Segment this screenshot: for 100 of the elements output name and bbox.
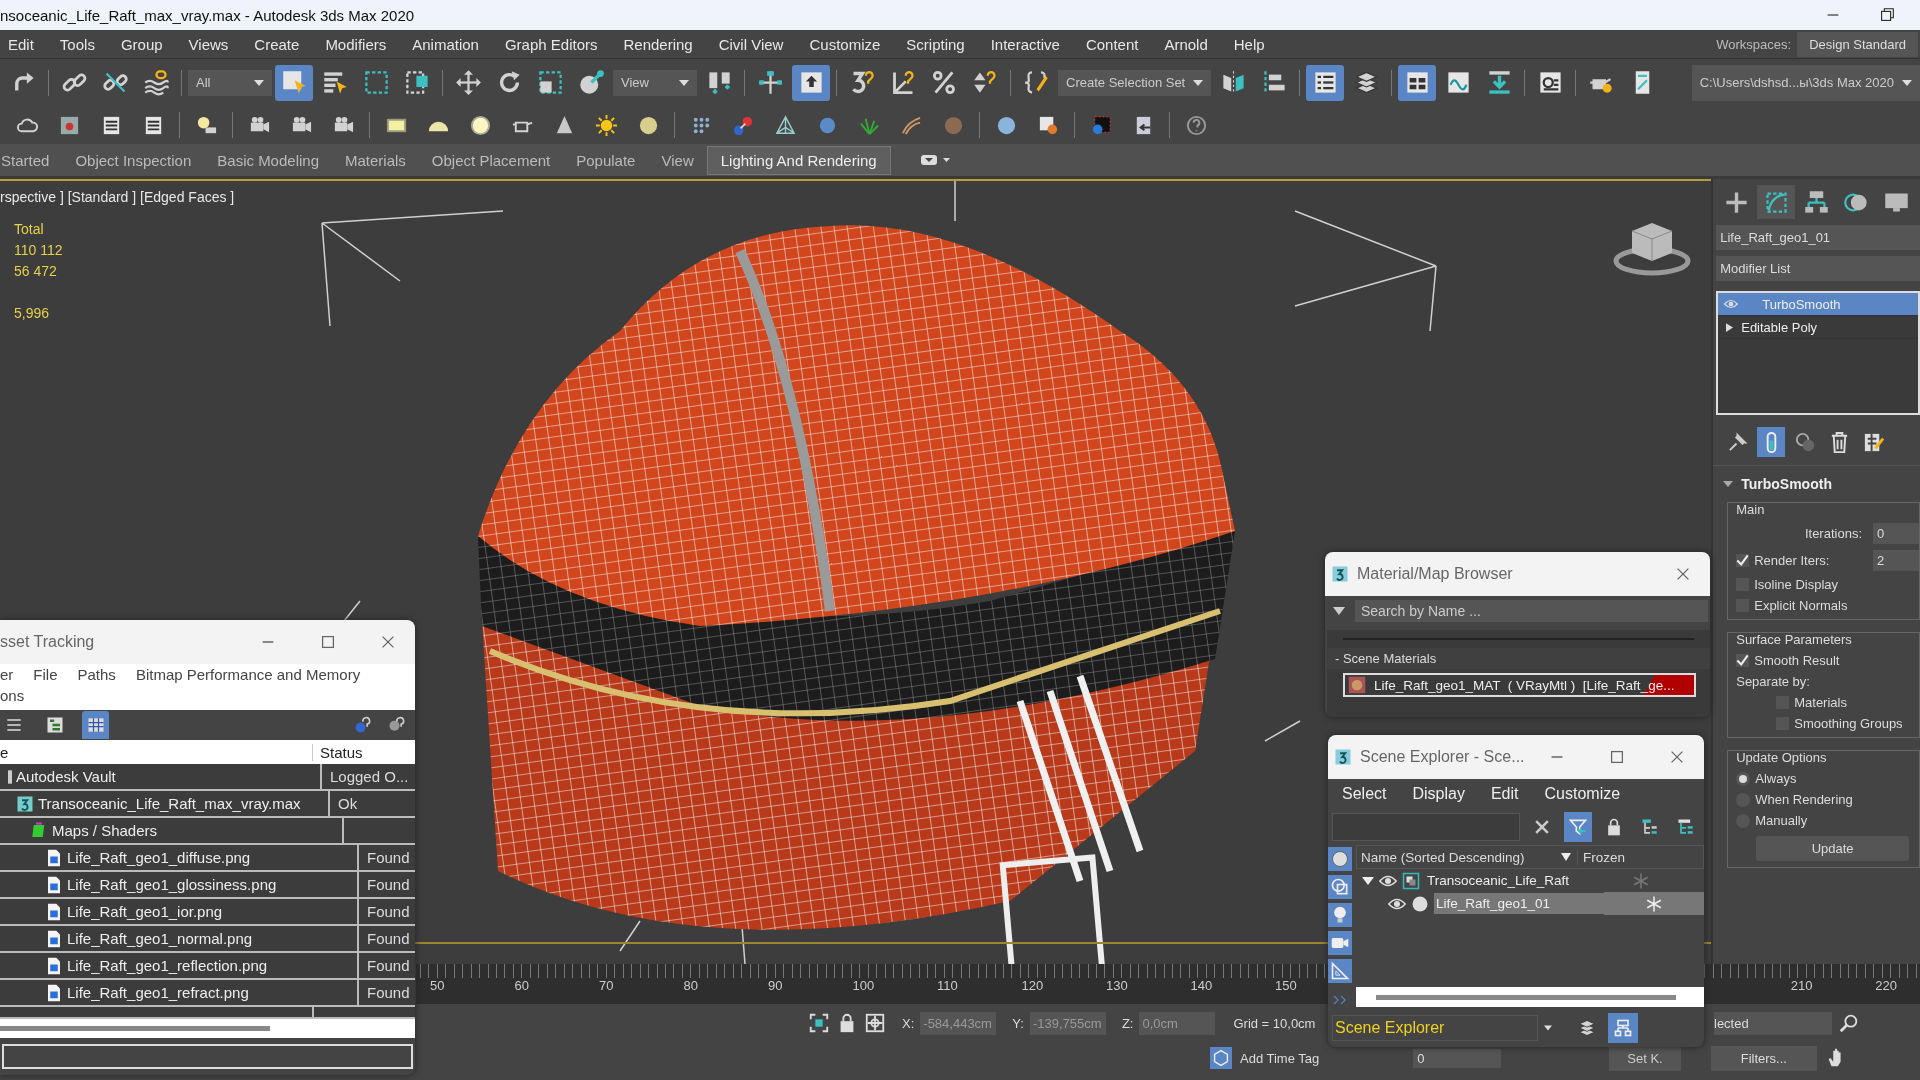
frame-number: 210 (1790, 978, 1814, 993)
filters-button[interactable]: Filters... (1710, 1045, 1817, 1071)
asset-status: Found (367, 903, 410, 921)
update-button[interactable]: Update (1756, 836, 1909, 861)
checkbox-label: Isoline Display (1754, 577, 1839, 592)
stats-text: 5,996 (14, 304, 51, 323)
menu-item[interactable]: Select (1342, 785, 1387, 803)
asset-name[interactable]: Life_Raft_geo1_refract.png (67, 984, 249, 1002)
x-label: X: (902, 1015, 915, 1031)
separate-by-label: Separate by: (1736, 674, 1810, 689)
asset-name[interactable]: Life_Raft_geo1_diffuse.png (67, 849, 251, 867)
menu-item[interactable]: Civil View (708, 35, 800, 53)
iterations-field[interactable]: 0 (1873, 523, 1919, 544)
window-title: nsoceanic_Life_Raft_max_vray.max - Autodesk 3ds Max 2020 (0, 6, 415, 24)
toolbar-dropdown[interactable]: All (188, 69, 272, 96)
menu-item[interactable]: File (33, 666, 58, 683)
ribbon-tab[interactable]: Object Inspection (62, 146, 205, 174)
asset-status: Found (367, 984, 410, 1002)
checkbox-label: Explicit Normals (1754, 598, 1848, 613)
frame-number: 140 (1190, 978, 1214, 993)
asset-name[interactable]: Life_Raft_geo1_normal.png (67, 930, 253, 948)
modifier-list-dropdown[interactable]: Modifier List (1716, 256, 1920, 281)
z-label: Z: (1121, 1015, 1134, 1031)
menu-item[interactable]: Create (244, 35, 316, 53)
asset-name[interactable]: Transoceanic_Life_Raft_max_vray.max (38, 795, 301, 813)
menu-item[interactable]: Bitmap Performance and Memory (135, 666, 361, 683)
ribbon-tab[interactable]: Object Placement (418, 146, 564, 174)
menu-item[interactable]: Interactive (980, 35, 1076, 53)
ribbon-tab[interactable]: Basic Modeling (204, 146, 332, 174)
toolbar-dropdown[interactable]: Create Selection Set (1058, 69, 1212, 96)
menu-item[interactable]: Paths (77, 666, 116, 683)
project-path-dropdown[interactable]: C:\Users\dshsd...ы\3ds Max 2020 (1691, 64, 1920, 101)
menu-item[interactable]: Scripting (896, 35, 981, 53)
ribbon-tab[interactable]: Populate (563, 146, 649, 174)
menu-item[interactable]: Arnold (1154, 35, 1224, 53)
grid-size-text: Grid = 10,0cm (1233, 1015, 1316, 1031)
object-name-field[interactable]: Life_Raft_geo1_01 (1716, 225, 1920, 250)
menu-item[interactable]: Animation (402, 35, 495, 53)
asset-name[interactable]: Life_Raft_geo1_ior.png (67, 903, 223, 921)
key-filter-dropdown[interactable]: lected (1714, 1011, 1832, 1035)
scene-object[interactable]: Life_Raft_geo1_01 (1434, 893, 1604, 914)
set-key-button[interactable]: Set K. (1609, 1045, 1681, 1071)
stats-text: Total (14, 220, 45, 239)
stats-text: 56 472 (14, 262, 58, 281)
viewport-label[interactable]: rspective ] [Standard ] [Edged Faces ] (0, 189, 235, 205)
asset-name[interactable]: Autodesk Vault (16, 768, 116, 786)
menu-item[interactable]: Display (1412, 785, 1465, 803)
menu-item[interactable]: Customize (1544, 785, 1621, 803)
frame-number: 60 (514, 978, 530, 993)
iterations-label: Iterations: (1804, 526, 1862, 541)
column-header[interactable]: Frozen (1577, 849, 1626, 865)
render-iters-field[interactable]: 2 (1873, 550, 1919, 571)
radio-label: Manually (1755, 813, 1808, 828)
menu-item[interactable]: Graph Editors (494, 35, 614, 53)
toolbar-dropdown[interactable]: View (613, 69, 697, 96)
radio-label: Always (1755, 771, 1797, 786)
menu-item[interactable]: Views (178, 35, 245, 53)
column-header[interactable]: Name (Sorted Descending) (1357, 849, 1561, 865)
menu-item[interactable]: Help (1223, 35, 1281, 53)
y-label: Y: (1012, 1015, 1024, 1031)
checkbox-label: Render Iters: (1754, 553, 1830, 568)
column-header[interactable]: Status (312, 743, 363, 761)
scene-object[interactable]: Transoceanic_Life_Raft (1425, 870, 1576, 891)
workspace-dropdown[interactable]: Design Standard (1797, 31, 1918, 57)
menu-item[interactable]: Tools (49, 35, 111, 53)
frame-number: 90 (768, 978, 784, 993)
window-title: Scene Explorer - Sce... (1360, 748, 1525, 766)
menu-item[interactable]: ons (0, 687, 415, 704)
frame-number: 150 (1275, 978, 1298, 993)
asset-name[interactable]: Maps / Shaders (52, 822, 158, 840)
workspaces-label: Workspaces: (1716, 36, 1792, 52)
checkbox-label: Smooth Result (1754, 653, 1840, 668)
search-field[interactable]: Search by Name ... (1355, 600, 1708, 622)
rollout-title[interactable]: TurboSmooth (1741, 476, 1832, 492)
group-title: Surface Parameters (1736, 632, 1853, 647)
menu-item[interactable]: Edit (0, 35, 50, 53)
menu-item[interactable]: Rendering (613, 35, 709, 53)
frame-field[interactable]: 0 (1413, 1048, 1502, 1068)
menu-item[interactable]: er (0, 666, 14, 683)
frame-number: 70 (599, 978, 615, 993)
ribbon-tab[interactable]: Lighting And Rendering (706, 145, 891, 175)
add-time-tag-label[interactable]: Add Time Tag (1240, 1050, 1320, 1066)
frame-number: 120 (1021, 978, 1045, 993)
menu-item[interactable]: Edit (1490, 785, 1519, 803)
explorer-dropdown[interactable]: Scene Explorer (1332, 1015, 1538, 1041)
ribbon-tab[interactable]: View (648, 146, 707, 174)
menu-item[interactable]: Customize (799, 35, 897, 53)
menu-item[interactable]: Content (1075, 35, 1155, 53)
menu-item[interactable]: Group (110, 35, 179, 53)
frame-number: 220 (1875, 978, 1897, 993)
menu-item[interactable]: Modifiers (315, 35, 403, 53)
frame-number: 130 (1106, 978, 1129, 993)
ribbon-tab[interactable]: Materials (332, 146, 419, 174)
asset-status: Found (367, 876, 410, 894)
column-header[interactable]: e (0, 743, 312, 761)
asset-name[interactable]: Life_Raft_geo1_glossiness.png (67, 876, 277, 894)
group-header[interactable]: - Scene Materials (1327, 648, 1710, 669)
frame-number: 110 (937, 978, 959, 993)
modifier-stack-item[interactable]: Editable Poly (1718, 316, 1918, 339)
ribbon-tab[interactable]: Started (0, 146, 63, 174)
